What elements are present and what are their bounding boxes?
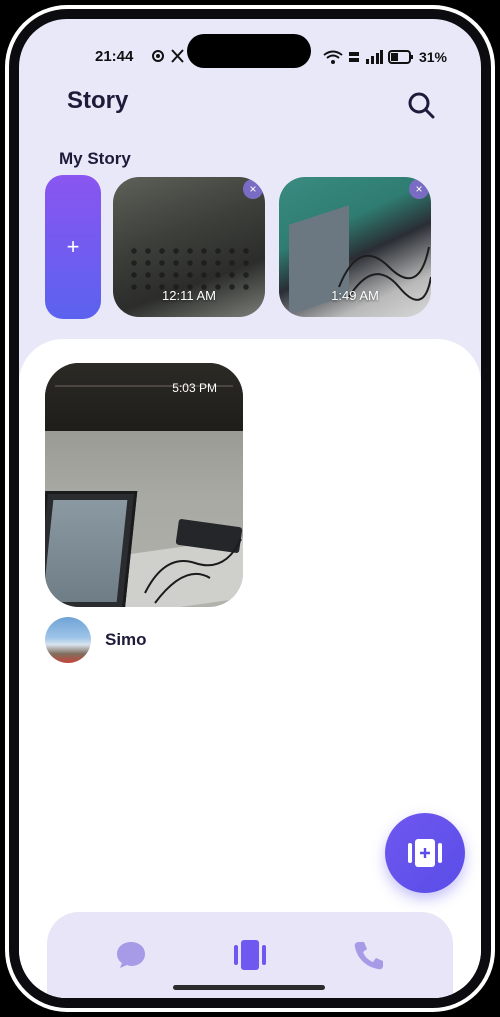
my-story-thumbnail[interactable]: 1:49 AM × — [279, 177, 431, 317]
status-notification-icons — [151, 49, 184, 63]
my-story-thumbnail[interactable]: 12:11 AM × — [113, 177, 265, 317]
add-story-icon — [408, 839, 442, 867]
notification-app-icon — [152, 50, 164, 62]
add-story-button[interactable]: + — [45, 175, 101, 319]
nav-chats[interactable] — [111, 935, 151, 975]
phone-icon — [355, 942, 384, 970]
author-name: Simo — [105, 630, 147, 649]
search-icon — [408, 92, 435, 119]
battery-percent: 31% — [418, 49, 447, 65]
volte-icon — [348, 52, 359, 62]
page-title: Story — [67, 87, 129, 114]
nav-calls[interactable] — [349, 935, 389, 975]
status-time: 21:44 — [95, 48, 134, 65]
add-story-fab[interactable] — [385, 813, 465, 893]
plus-icon: + — [66, 234, 80, 259]
story-author[interactable]: Simo — [45, 617, 147, 663]
signal-icon — [365, 50, 383, 64]
status-system-icons: 31% — [323, 49, 447, 65]
battery-icon — [387, 50, 413, 64]
phone-bezel: 21:44 31% Story My Story + 12:11 AM × 1:… — [9, 9, 491, 1008]
chat-icon — [116, 942, 145, 968]
app-screen: 21:44 31% Story My Story + 12:11 AM × 1:… — [19, 19, 481, 998]
phone-frame: 21:44 31% Story My Story + 12:11 AM × 1:… — [5, 5, 495, 1012]
status-bar: 21:44 31% — [19, 45, 481, 71]
cable-image-detail — [144, 538, 242, 604]
wifi-icon — [323, 50, 343, 64]
delete-story-button[interactable]: × — [243, 179, 263, 199]
avatar — [45, 617, 91, 663]
stories-icon — [233, 940, 266, 970]
story-time: 5:03 PM — [172, 381, 217, 395]
delete-story-button[interactable]: × — [409, 179, 429, 199]
story-time: 12:11 AM — [162, 288, 216, 303]
search-button[interactable] — [407, 91, 435, 119]
story-time: 1:49 AM — [331, 288, 379, 303]
x-icon — [171, 49, 184, 63]
nav-stories[interactable] — [230, 935, 270, 975]
home-indicator[interactable] — [173, 985, 325, 990]
stories-feed: 5:03 PM Simo — [19, 339, 481, 998]
story-card[interactable]: 5:03 PM — [45, 363, 243, 607]
my-story-heading: My Story — [59, 149, 131, 168]
